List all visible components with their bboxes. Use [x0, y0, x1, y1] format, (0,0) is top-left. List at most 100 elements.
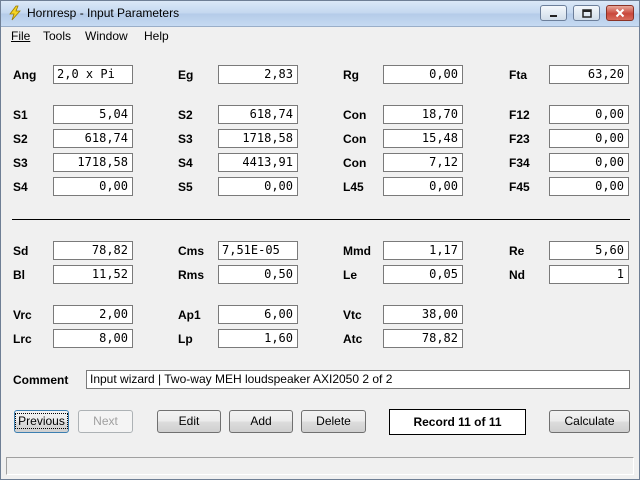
s2-label: S2 — [178, 108, 193, 122]
con1-field[interactable]: 18,70 — [383, 105, 463, 124]
previous-button[interactable]: Previous — [14, 410, 69, 433]
sd-label: Sd — [13, 244, 29, 258]
f12-field[interactable]: 0,00 — [549, 105, 629, 124]
menu-bar: File Tools Window Help — [1, 27, 639, 46]
vrc-field[interactable]: 2,00 — [53, 305, 133, 324]
bl-field[interactable]: 11,52 — [53, 265, 133, 284]
s4-field[interactable]: 4413,91 — [218, 153, 298, 172]
cms-label: Cms — [178, 244, 205, 258]
fta-field[interactable]: 63,20 — [549, 65, 629, 84]
sd-field[interactable]: 78,82 — [53, 241, 133, 260]
con1-label: Con — [343, 108, 367, 122]
eg-field[interactable]: 2,83 — [218, 65, 298, 84]
calculate-button-label: Calculate — [564, 414, 615, 428]
maximize-icon — [581, 8, 592, 18]
ap1-field[interactable]: 6,00 — [218, 305, 298, 324]
f45-label: F45 — [509, 180, 530, 194]
rg-field[interactable]: 0,00 — [383, 65, 463, 84]
next-button-label: Next — [93, 414, 118, 428]
s4-field-row5[interactable]: 0,00 — [53, 177, 133, 196]
s3-label: S3 — [178, 132, 193, 146]
delete-button[interactable]: Delete — [301, 410, 366, 433]
menu-window[interactable]: Window — [85, 29, 128, 43]
rms-label: Rms — [178, 268, 205, 282]
minimize-icon — [550, 14, 557, 17]
con2-label: Con — [343, 132, 367, 146]
s4-label-row5: S4 — [13, 180, 28, 194]
vrc-label: Vrc — [13, 308, 32, 322]
minimize-button[interactable] — [540, 5, 567, 21]
calculate-button[interactable]: Calculate — [549, 410, 630, 433]
rms-field[interactable]: 0,50 — [218, 265, 298, 284]
menu-window-label: Window — [85, 29, 128, 43]
lrc-label: Lrc — [13, 332, 32, 346]
status-panel — [6, 457, 634, 475]
f23-label: F23 — [509, 132, 530, 146]
comment-label: Comment — [13, 373, 69, 387]
s2-label-row3: S2 — [13, 132, 28, 146]
l45-label: L45 — [343, 180, 364, 194]
ap1-label: Ap1 — [178, 308, 201, 322]
edit-button[interactable]: Edit — [157, 410, 221, 433]
s3-field[interactable]: 1718,58 — [218, 129, 298, 148]
window-title: Hornresp - Input Parameters — [27, 6, 180, 20]
ang-label: Ang — [13, 68, 37, 82]
cms-field[interactable]: 7,51E-05 — [218, 241, 298, 260]
rg-label: Rg — [343, 68, 359, 82]
con3-field[interactable]: 7,12 — [383, 153, 463, 172]
vtc-field[interactable]: 38,00 — [383, 305, 463, 324]
atc-label: Atc — [343, 332, 363, 346]
menu-file-label: File — [11, 29, 31, 43]
s2-field-row3[interactable]: 618,74 — [53, 129, 133, 148]
le-field[interactable]: 0,05 — [383, 265, 463, 284]
previous-button-label: Previous — [15, 413, 68, 429]
status-bar — [1, 454, 639, 479]
lp-label: Lp — [178, 332, 193, 346]
hornresp-window: Hornresp - Input Parameters File Tools W… — [0, 0, 640, 480]
comment-field[interactable]: Input wizard | Two-way MEH loudspeaker A… — [86, 370, 630, 389]
maximize-button[interactable] — [573, 5, 600, 21]
l45-field[interactable]: 0,00 — [383, 177, 463, 196]
s2-field[interactable]: 618,74 — [218, 105, 298, 124]
f45-field[interactable]: 0,00 — [549, 177, 629, 196]
nd-field[interactable]: 1 — [549, 265, 629, 284]
vtc-label: Vtc — [343, 308, 362, 322]
f34-label: F34 — [509, 156, 530, 170]
f34-field[interactable]: 0,00 — [549, 153, 629, 172]
app-icon — [9, 5, 21, 21]
title-bar: Hornresp - Input Parameters — [1, 1, 639, 27]
s4-label: S4 — [178, 156, 193, 170]
f12-label: F12 — [509, 108, 530, 122]
menu-tools-label: Tools — [43, 29, 72, 43]
lrc-field[interactable]: 8,00 — [53, 329, 133, 348]
mmd-field[interactable]: 1,17 — [383, 241, 463, 260]
menu-help-label: Help — [144, 29, 169, 43]
delete-button-label: Delete — [316, 414, 351, 428]
con2-field[interactable]: 15,48 — [383, 129, 463, 148]
s1-label: S1 — [13, 108, 28, 122]
menu-tools[interactable]: Tools — [43, 29, 71, 43]
atc-field[interactable]: 78,82 — [383, 329, 463, 348]
close-button[interactable] — [606, 5, 634, 21]
s5-field[interactable]: 0,00 — [218, 177, 298, 196]
con3-label: Con — [343, 156, 367, 170]
mmd-label: Mmd — [343, 244, 371, 258]
ang-field[interactable]: 2,0 x Pi — [53, 65, 133, 84]
menu-help[interactable]: Help — [144, 29, 169, 43]
add-button-label: Add — [250, 414, 272, 428]
s5-label: S5 — [178, 180, 193, 194]
lp-field[interactable]: 1,60 — [218, 329, 298, 348]
eg-label: Eg — [178, 68, 194, 82]
s3-field-row4[interactable]: 1718,58 — [53, 153, 133, 172]
section-divider — [12, 219, 630, 220]
menu-file[interactable]: File — [11, 29, 30, 43]
f23-field[interactable]: 0,00 — [549, 129, 629, 148]
s1-field[interactable]: 5,04 — [53, 105, 133, 124]
close-icon — [615, 8, 625, 18]
nd-label: Nd — [509, 268, 525, 282]
add-button[interactable]: Add — [229, 410, 293, 433]
next-button[interactable]: Next — [78, 410, 133, 433]
re-label: Re — [509, 244, 525, 258]
re-field[interactable]: 5,60 — [549, 241, 629, 260]
edit-button-label: Edit — [178, 414, 200, 428]
